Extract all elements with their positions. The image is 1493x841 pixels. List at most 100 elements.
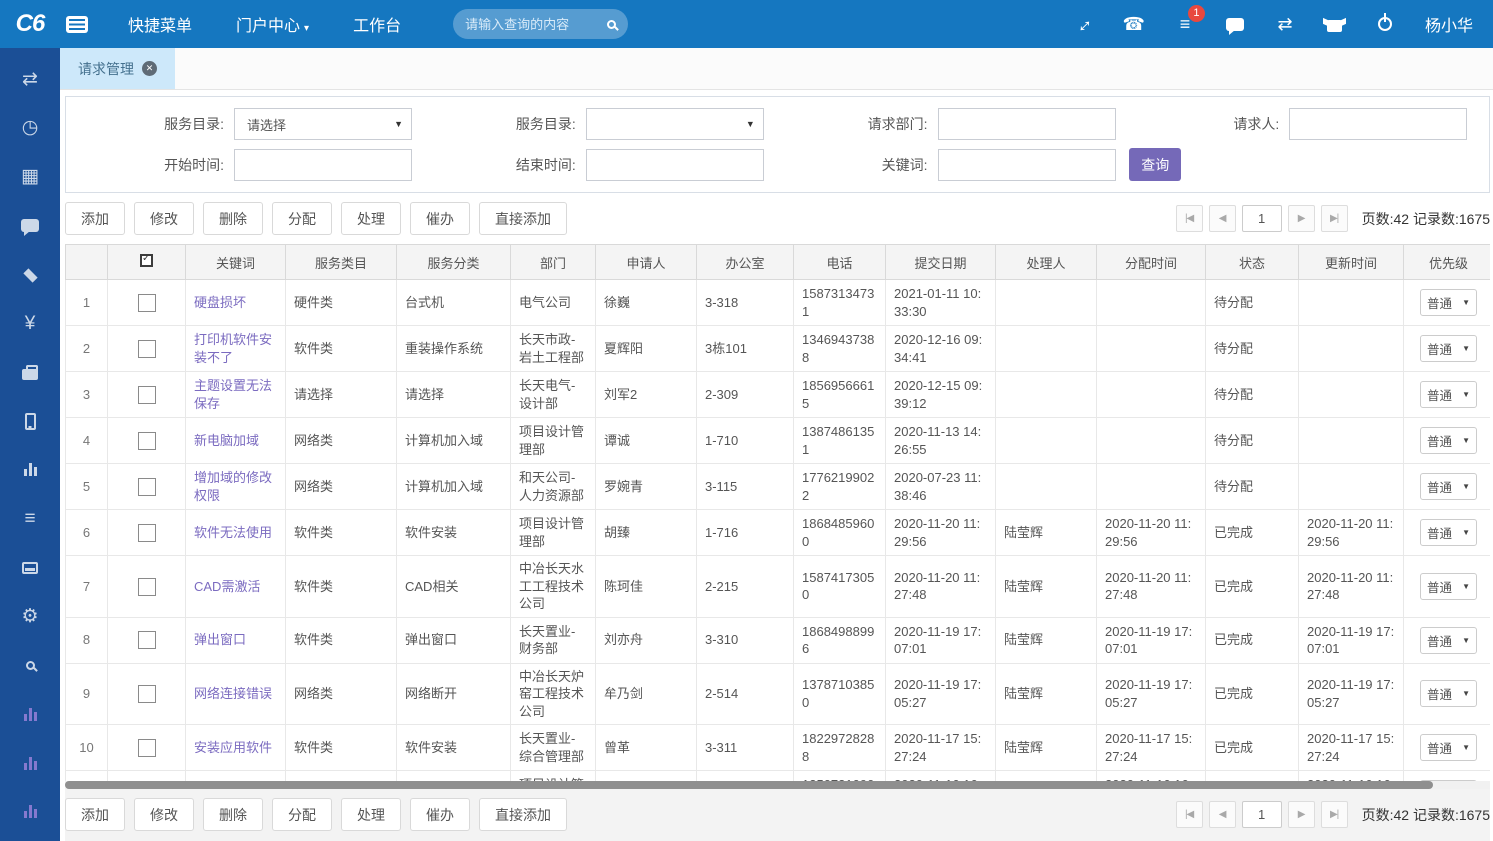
scrollbar-thumb[interactable] [65, 781, 1433, 789]
row-checkbox[interactable] [138, 524, 156, 542]
add-button[interactable]: 添加 [65, 202, 125, 235]
urge-button[interactable]: 催办 [410, 798, 470, 831]
sidebar-item[interactable]: ▦ [0, 160, 60, 194]
close-icon[interactable]: ✕ [142, 61, 157, 76]
shuffle-icon[interactable]: ⇄ [1275, 13, 1295, 35]
keyword-link[interactable]: 网络连接错误 [194, 686, 272, 701]
sidebar-item[interactable] [0, 453, 60, 487]
query-button[interactable]: 查询 [1129, 148, 1181, 181]
nav-quick-menu[interactable]: 快捷菜单 [128, 12, 192, 36]
process-button[interactable]: 处理 [341, 202, 401, 235]
modify-button[interactable]: 修改 [134, 202, 194, 235]
sidebar-item[interactable]: ¥ [0, 306, 60, 340]
urge-button[interactable]: 催办 [410, 202, 470, 235]
sidebar-item[interactable] [0, 551, 60, 585]
row-checkbox[interactable] [138, 631, 156, 649]
priority-select[interactable]: 普通▼ [1420, 427, 1477, 454]
modify-button[interactable]: 修改 [134, 798, 194, 831]
direct-add-button[interactable]: 直接添加 [479, 798, 567, 831]
row-checkbox[interactable] [138, 578, 156, 596]
theme-icon[interactable] [1325, 13, 1345, 35]
message-icon[interactable] [1225, 13, 1245, 35]
priority-select[interactable]: 普通▼ [1420, 627, 1477, 654]
cell-keyword: 弹出窗口 [186, 617, 286, 663]
tasks-icon[interactable]: ≡1 [1175, 13, 1195, 35]
horizontal-scrollbar[interactable] [65, 781, 1490, 789]
search-icon[interactable] [607, 20, 616, 29]
tab-request-management[interactable]: 请求管理 ✕ [60, 48, 175, 89]
priority-select[interactable]: 普通▼ [1420, 335, 1477, 362]
sidebar-item[interactable] [0, 746, 60, 780]
row-checkbox[interactable] [138, 432, 156, 450]
last-page-button[interactable]: ▶| [1321, 801, 1348, 828]
cell-subcategory: 软件安装 [397, 510, 511, 556]
keyword-link[interactable]: CAD需激活 [194, 579, 260, 594]
sidebar-item[interactable]: ⚙ [0, 599, 60, 633]
add-button[interactable]: 添加 [65, 798, 125, 831]
global-search-input[interactable] [465, 17, 607, 32]
keyword-link[interactable]: 新电脑加域 [194, 433, 259, 448]
next-page-button[interactable]: ▶ [1288, 801, 1315, 828]
prev-page-button[interactable]: ◀ [1209, 205, 1236, 232]
row-checkbox[interactable] [138, 739, 156, 757]
page-number-input[interactable] [1242, 205, 1282, 232]
sidebar-item[interactable] [0, 795, 60, 829]
logout-icon[interactable] [1375, 13, 1395, 35]
end-time-input[interactable] [586, 149, 764, 181]
priority-select[interactable]: 普通▼ [1420, 473, 1477, 500]
sidebar-item[interactable] [0, 257, 60, 291]
next-page-button[interactable]: ▶ [1288, 205, 1315, 232]
first-page-button[interactable]: |◀ [1176, 801, 1203, 828]
sidebar-item[interactable] [0, 697, 60, 731]
last-page-button[interactable]: ▶| [1321, 205, 1348, 232]
phone-icon[interactable]: ☎ [1123, 13, 1145, 35]
keyword-link[interactable]: 打印机软件安装不了 [194, 332, 272, 365]
page-number-input[interactable] [1242, 801, 1282, 828]
request-department-input[interactable] [938, 108, 1116, 140]
priority-select[interactable]: 普通▼ [1420, 381, 1477, 408]
delete-button[interactable]: 删除 [203, 798, 263, 831]
start-time-input[interactable] [234, 149, 412, 181]
process-button[interactable]: 处理 [341, 798, 401, 831]
menu-toggle-icon[interactable] [66, 16, 88, 33]
sidebar-item[interactable]: ⇄ [0, 62, 60, 96]
prev-page-button[interactable]: ◀ [1209, 801, 1236, 828]
first-page-button[interactable]: |◀ [1176, 205, 1203, 232]
row-checkbox[interactable] [138, 294, 156, 312]
keyword-link[interactable]: 弹出窗口 [194, 632, 246, 647]
service-catalog-select[interactable]: 请选择▼ [234, 108, 412, 140]
current-user[interactable]: 杨小华 [1425, 12, 1473, 36]
select-all-icon[interactable] [140, 254, 153, 267]
direct-add-button[interactable]: 直接添加 [479, 202, 567, 235]
priority-select[interactable]: 普通▼ [1420, 680, 1477, 707]
row-checkbox[interactable] [138, 478, 156, 496]
assign-button[interactable]: 分配 [272, 798, 332, 831]
service-catalog-select-2[interactable]: ▼ [586, 108, 764, 140]
keyword-input[interactable] [938, 149, 1116, 181]
sidebar-item[interactable]: ≡ [0, 502, 60, 536]
sidebar-item[interactable]: ◷ [0, 111, 60, 145]
priority-select[interactable]: 普通▼ [1420, 519, 1477, 546]
row-checkbox[interactable] [138, 685, 156, 703]
nav-portal-center[interactable]: 门户中心▾ [236, 12, 309, 36]
priority-select[interactable]: 普通▼ [1420, 573, 1477, 600]
keyword-link[interactable]: 软件无法使用 [194, 525, 272, 540]
sidebar-item[interactable] [0, 648, 60, 682]
keyword-link[interactable]: 硬盘损坏 [194, 295, 246, 310]
nav-workbench[interactable]: 工作台 [353, 12, 401, 36]
global-search[interactable] [453, 9, 628, 39]
fullscreen-icon[interactable]: ↔ [1068, 9, 1098, 39]
sidebar-item[interactable] [0, 209, 60, 243]
row-checkbox[interactable] [138, 386, 156, 404]
row-checkbox[interactable] [138, 340, 156, 358]
sidebar-item[interactable] [0, 404, 60, 438]
delete-button[interactable]: 删除 [203, 202, 263, 235]
keyword-link[interactable]: 主题设置无法保存 [194, 378, 272, 411]
sidebar-item[interactable] [0, 355, 60, 389]
priority-select[interactable]: 普通▼ [1420, 734, 1477, 761]
keyword-link[interactable]: 增加域的修改权限 [194, 470, 272, 503]
priority-select[interactable]: 普通▼ [1420, 289, 1477, 316]
keyword-link[interactable]: 安装应用软件 [194, 740, 272, 755]
requester-input[interactable] [1289, 108, 1467, 140]
assign-button[interactable]: 分配 [272, 202, 332, 235]
